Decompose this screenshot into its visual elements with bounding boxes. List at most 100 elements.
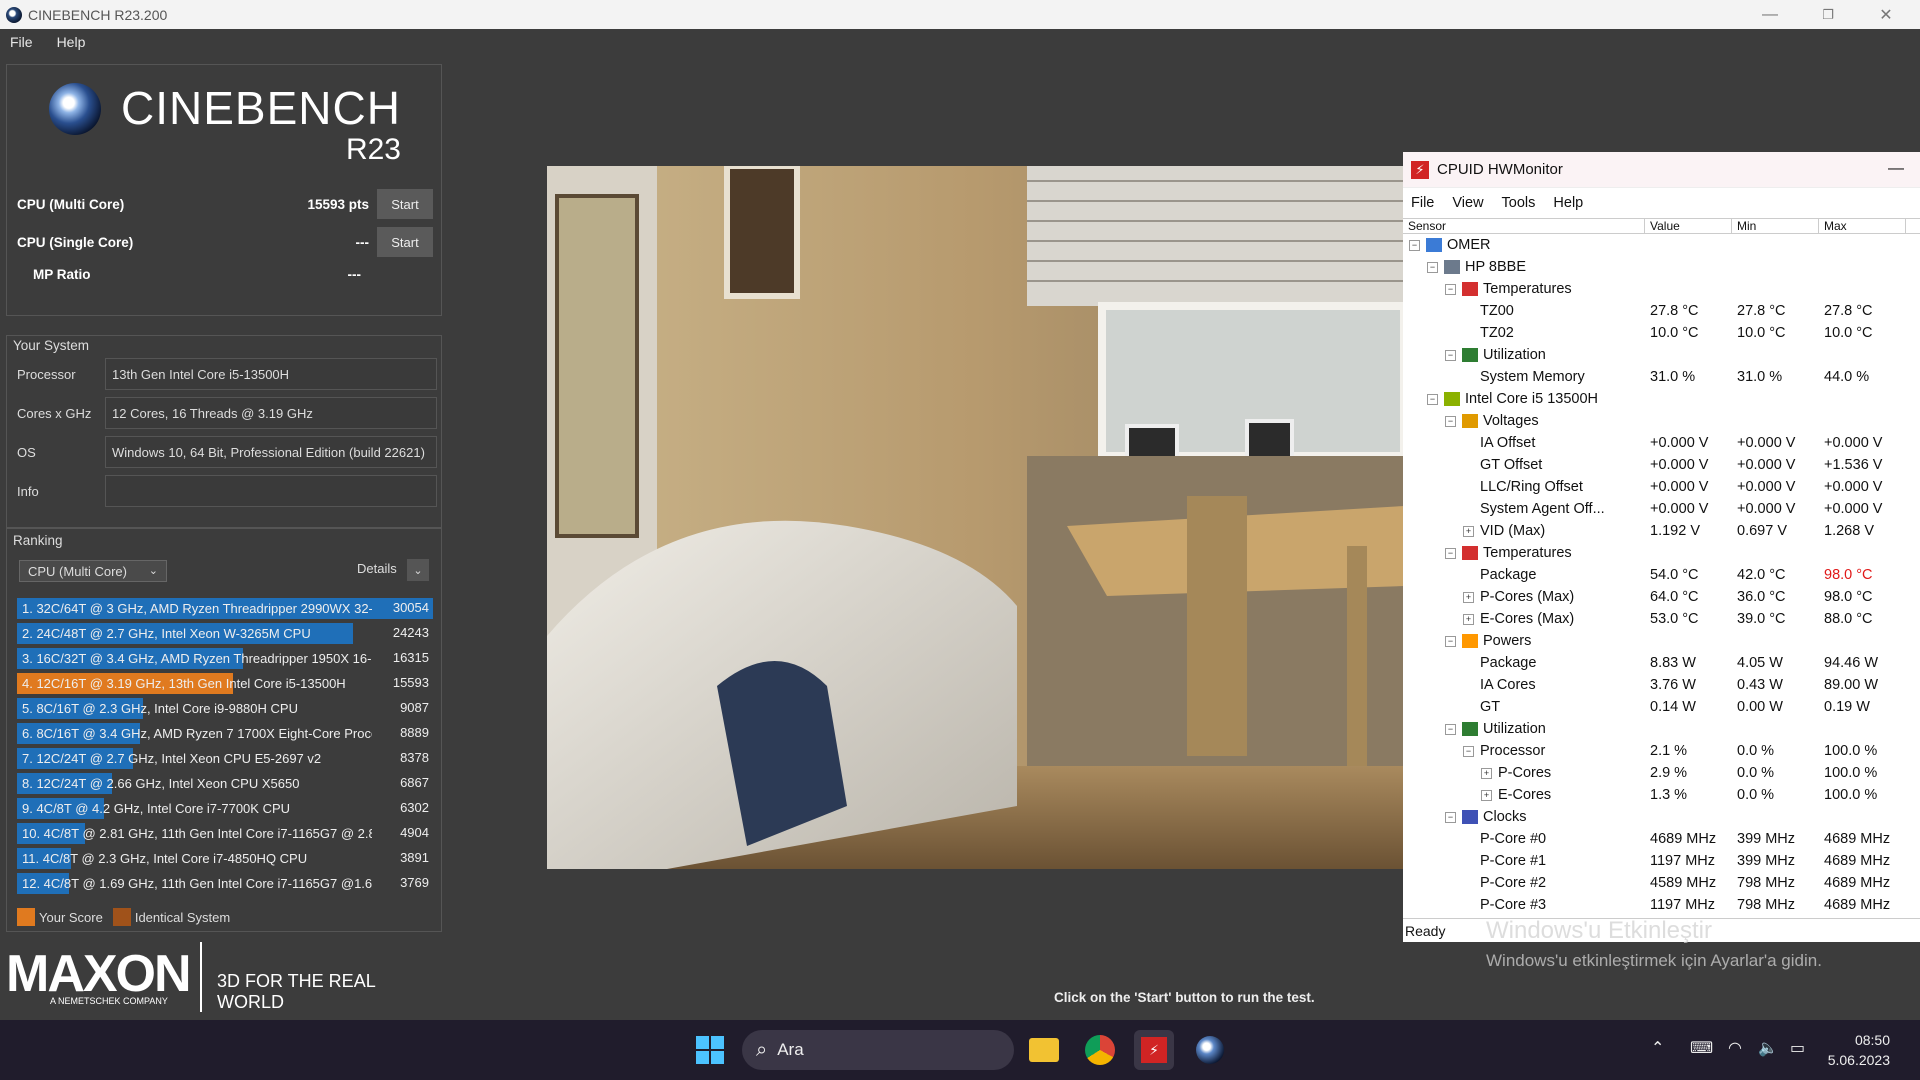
sensor-row[interactable]: − Clocks — [1403, 806, 1920, 828]
cinebench-taskbar-icon[interactable] — [1190, 1030, 1230, 1070]
collapse-icon[interactable]: − — [1427, 393, 1438, 405]
sensor-row[interactable]: − Powers — [1403, 630, 1920, 652]
taskbar-clock[interactable]: 08:50 5.06.2023 — [1828, 1030, 1890, 1070]
sensor-min: +0.000 V — [1737, 457, 1796, 473]
sensor-row[interactable]: Package 54.0 °C 42.0 °C 98.0 °C — [1403, 564, 1920, 586]
ranking-row[interactable]: 7. 12C/24T @ 2.7 GHz, Intel Xeon CPU E5-… — [17, 746, 433, 771]
cores-field[interactable]: 12 Cores, 16 Threads @ 3.19 GHz — [105, 397, 437, 429]
sensor-row[interactable]: + P-Cores 2.9 % 0.0 % 100.0 % — [1403, 762, 1920, 784]
sensor-row[interactable]: System Memory 31.0 % 31.0 % 44.0 % — [1403, 366, 1920, 388]
sensor-row[interactable]: IA Cores 3.76 W 0.43 W 89.00 W — [1403, 674, 1920, 696]
sensor-row[interactable]: − Intel Core i5 13500H — [1403, 388, 1920, 410]
sensor-row[interactable]: P-Core #1 1197 MHz 399 MHz 4689 MHz — [1403, 850, 1920, 872]
collapse-icon[interactable]: − — [1427, 261, 1438, 273]
chrome-icon[interactable] — [1080, 1030, 1120, 1070]
collapse-icon[interactable]: − — [1463, 745, 1474, 757]
sensor-row[interactable]: + VID (Max) 1.192 V 0.697 V 1.268 V — [1403, 520, 1920, 542]
sensor-row[interactable]: P-Core #2 4589 MHz 798 MHz 4689 MHz — [1403, 872, 1920, 894]
ranking-row[interactable]: 8. 12C/24T @ 2.66 GHz, Intel Xeon CPU X5… — [17, 771, 433, 796]
ranking-select[interactable]: CPU (Multi Core) ⌄ — [19, 560, 167, 582]
menu-file[interactable]: File — [10, 34, 33, 50]
file-explorer-icon[interactable] — [1024, 1030, 1064, 1070]
hwm-menu-view[interactable]: View — [1452, 195, 1483, 211]
sensor-row[interactable]: − Processor 2.1 % 0.0 % 100.0 % — [1403, 740, 1920, 762]
col-max[interactable]: Max — [1819, 219, 1906, 233]
col-value[interactable]: Value — [1645, 219, 1732, 233]
info-field[interactable] — [105, 475, 437, 507]
sensor-row[interactable]: TZ00 27.8 °C 27.8 °C 27.8 °C — [1403, 300, 1920, 322]
sensor-row[interactable]: − OMER — [1403, 234, 1920, 256]
sensor-row[interactable]: − Utilization — [1403, 718, 1920, 740]
hwmonitor-minimize-button[interactable]: — — [1888, 160, 1904, 178]
hwm-menu-help[interactable]: Help — [1553, 195, 1583, 211]
sensor-row[interactable]: − Temperatures — [1403, 542, 1920, 564]
taskbar-search[interactable]: ⌕ Ara — [742, 1030, 1014, 1070]
ranking-row[interactable]: 6. 8C/16T @ 3.4 GHz, AMD Ryzen 7 1700X E… — [17, 721, 433, 746]
sensor-row[interactable]: System Agent Off... +0.000 V +0.000 V +0.00… — [1403, 498, 1920, 520]
collapse-icon[interactable]: − — [1445, 723, 1456, 735]
ranking-row[interactable]: 9. 4C/8T @ 4.2 GHz, Intel Core i7-7700K … — [17, 796, 433, 821]
sensor-row[interactable]: − Temperatures — [1403, 278, 1920, 300]
close-button[interactable]: ✕ — [1862, 0, 1910, 29]
col-sensor[interactable]: Sensor — [1403, 219, 1645, 233]
expand-icon[interactable]: + — [1463, 591, 1474, 603]
processor-field[interactable]: 13th Gen Intel Core i5-13500H — [105, 358, 437, 390]
restore-button[interactable]: ❐ — [1804, 0, 1852, 29]
chevron-up-icon[interactable]: ⌃ — [1651, 1038, 1664, 1058]
menu-help[interactable]: Help — [57, 34, 86, 50]
sensor-row[interactable]: IA Offset +0.000 V +0.000 V +0.000 V — [1403, 432, 1920, 454]
hwm-menu-file[interactable]: File — [1411, 195, 1434, 211]
sensor-row[interactable]: Package 8.83 W 4.05 W 94.46 W — [1403, 652, 1920, 674]
ranking-list: 1. 32C/64T @ 3 GHz, AMD Ryzen Threadripp… — [17, 596, 433, 896]
keyboard-icon[interactable]: ⌨ — [1690, 1038, 1713, 1058]
collapse-icon[interactable]: − — [1445, 547, 1456, 559]
wifi-icon[interactable]: ◠ — [1728, 1038, 1742, 1058]
render-viewport[interactable] — [547, 166, 1404, 869]
sensor-row[interactable]: GT Offset +0.000 V +0.000 V +1.536 V — [1403, 454, 1920, 476]
start-button[interactable] — [690, 1030, 730, 1070]
sensor-row[interactable]: + E-Cores 1.3 % 0.0 % 100.0 % — [1403, 784, 1920, 806]
os-field[interactable]: Windows 10, 64 Bit, Professional Edition… — [105, 436, 437, 468]
multi-core-start-button[interactable]: Start — [377, 189, 433, 219]
os-row: OS Windows 10, 64 Bit, Professional Edit… — [17, 436, 437, 468]
sensor-row[interactable]: + P-Cores (Max) 64.0 °C 36.0 °C 98.0 °C — [1403, 586, 1920, 608]
collapse-icon[interactable]: − — [1445, 811, 1456, 823]
ranking-row[interactable]: 3. 16C/32T @ 3.4 GHz, AMD Ryzen Threadri… — [17, 646, 433, 671]
ranking-row[interactable]: 11. 4C/8T @ 2.3 GHz, Intel Core i7-4850H… — [17, 846, 433, 871]
ranking-row[interactable]: 4. 12C/16T @ 3.19 GHz, 13th Gen Intel Co… — [17, 671, 433, 696]
sensor-row[interactable]: LLC/Ring Offset +0.000 V +0.000 V +0.000 V — [1403, 476, 1920, 498]
hwm-menu-tools[interactable]: Tools — [1502, 195, 1536, 211]
col-min[interactable]: Min — [1732, 219, 1819, 233]
ranking-row[interactable]: 1. 32C/64T @ 3 GHz, AMD Ryzen Threadripp… — [17, 596, 433, 621]
hwmonitor-taskbar-icon[interactable]: ⚡ — [1134, 1030, 1174, 1070]
ranking-row[interactable]: 12. 4C/8T @ 1.69 GHz, 11th Gen Intel Cor… — [17, 871, 433, 896]
expand-icon[interactable]: + — [1481, 789, 1492, 801]
details-dropdown-button[interactable]: ⌄ — [407, 559, 429, 581]
mp-ratio-label: MP Ratio — [33, 266, 91, 282]
expand-icon[interactable]: + — [1463, 613, 1474, 625]
sensor-name-cell: + P-Cores — [1481, 765, 1551, 781]
expand-icon[interactable]: + — [1463, 525, 1474, 537]
collapse-icon[interactable]: − — [1445, 635, 1456, 647]
sensor-row[interactable]: − Voltages — [1403, 410, 1920, 432]
expand-icon[interactable]: + — [1481, 767, 1492, 779]
sensor-row[interactable]: P-Core #3 1197 MHz 798 MHz 4689 MHz — [1403, 894, 1920, 916]
sensor-row[interactable]: GT 0.14 W 0.00 W 0.19 W — [1403, 696, 1920, 718]
sensor-row[interactable]: − Utilization — [1403, 344, 1920, 366]
collapse-icon[interactable]: − — [1445, 415, 1456, 427]
collapse-icon[interactable]: − — [1445, 283, 1456, 295]
sensor-row[interactable]: − HP 8BBE — [1403, 256, 1920, 278]
collapse-icon[interactable]: − — [1409, 239, 1420, 251]
minimize-button[interactable]: — — [1746, 0, 1794, 29]
sensor-row[interactable]: P-Core #0 4689 MHz 399 MHz 4689 MHz — [1403, 828, 1920, 850]
battery-icon[interactable]: ▭ — [1790, 1038, 1805, 1058]
ranking-row[interactable]: 2. 24C/48T @ 2.7 GHz, Intel Xeon W-3265M… — [17, 621, 433, 646]
single-core-start-button[interactable]: Start — [377, 227, 433, 257]
sensor-row[interactable]: + E-Cores (Max) 53.0 °C 39.0 °C 88.0 °C — [1403, 608, 1920, 630]
clock-time: 08:50 — [1854, 1032, 1890, 1048]
sensor-row[interactable]: TZ02 10.0 °C 10.0 °C 10.0 °C — [1403, 322, 1920, 344]
ranking-row[interactable]: 10. 4C/8T @ 2.81 GHz, 11th Gen Intel Cor… — [17, 821, 433, 846]
volume-icon[interactable]: 🔈 — [1758, 1038, 1778, 1058]
collapse-icon[interactable]: − — [1445, 349, 1456, 361]
ranking-row[interactable]: 5. 8C/16T @ 2.3 GHz, Intel Core i9-9880H… — [17, 696, 433, 721]
